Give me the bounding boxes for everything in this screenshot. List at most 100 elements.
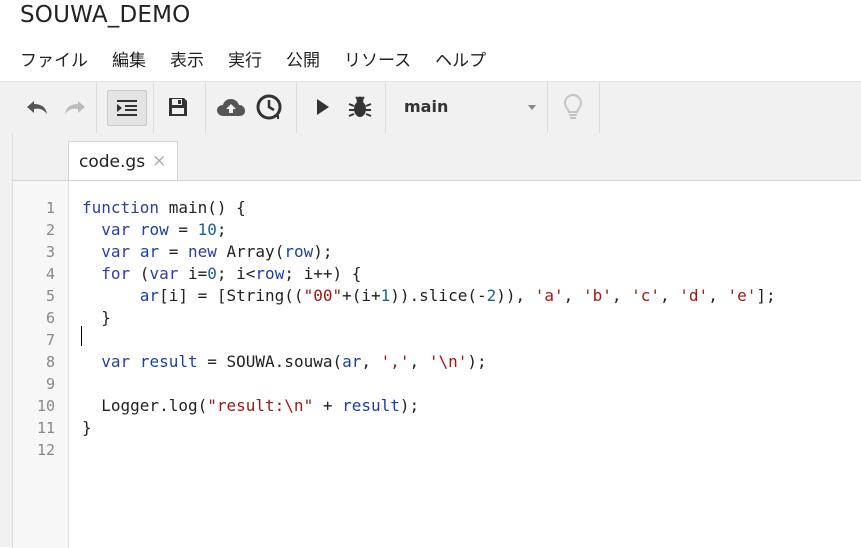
code-token: '\n' (428, 352, 468, 371)
code-line[interactable]: } (82, 307, 111, 329)
code-token: ar (139, 242, 160, 261)
code-token: Logger.log( (82, 396, 208, 415)
function-select[interactable]: main (404, 97, 540, 119)
line-number: 12 (36, 441, 55, 459)
code-token: result (342, 396, 400, 415)
code-token: [i] = [String(( (159, 286, 304, 305)
code-token: , (361, 352, 381, 371)
code-token: i= (178, 264, 208, 283)
line-number-gutter: 1 2 3 4 5 6 7 8 9 10 11 12 (13, 181, 69, 548)
code-line[interactable]: Logger.log("result:\n" + result); (82, 395, 419, 417)
code-token: = (168, 220, 198, 239)
line-number: 4 (45, 265, 55, 283)
redo-icon (62, 97, 88, 117)
code-token: 10 (197, 220, 217, 239)
line-number: 5 (45, 287, 55, 305)
code-token: } (82, 418, 92, 437)
code-token: 0 (207, 264, 217, 283)
chevron-down-icon (528, 105, 536, 110)
run-button[interactable] (305, 90, 339, 124)
deploy-button[interactable] (214, 90, 248, 124)
function-select-value: main (404, 97, 449, 116)
redo-button[interactable] (58, 90, 92, 124)
code-token: var (101, 352, 131, 371)
code-token: 'b' (582, 286, 612, 305)
code-token: main() { (159, 198, 246, 217)
code-token: 1 (380, 286, 391, 305)
code-token: ); (467, 352, 487, 371)
file-tab-label: code.gs (79, 151, 146, 172)
menu-resources[interactable]: リソース (344, 46, 411, 72)
indent-button[interactable] (107, 90, 147, 126)
code-token: row (139, 220, 169, 239)
toolbar: main (0, 81, 861, 134)
code-token: row (255, 264, 285, 283)
line-number: 6 (45, 309, 55, 327)
code-token: "result:\n" (207, 396, 314, 415)
indent-icon (115, 98, 139, 118)
clock-icon (256, 94, 282, 120)
code-token: } (82, 308, 111, 327)
code-token: ar (139, 286, 160, 305)
code-line[interactable]: var row = 10; (82, 219, 226, 241)
menu-edit[interactable]: 編集 (112, 46, 146, 72)
code-line[interactable]: var ar = new Array(row); (82, 241, 333, 263)
code-token: )).slice(- (390, 286, 487, 305)
code-token: , (708, 286, 728, 305)
save-button[interactable] (161, 90, 195, 124)
line-number: 8 (45, 353, 55, 371)
editor-area: code.gs × 1 2 3 4 5 6 7 8 9 10 11 12 function main(… (0, 133, 861, 548)
code-line[interactable]: } (82, 417, 92, 439)
menu-bar: ファイル 編集 表示 実行 公開 リソース ヘルプ (20, 46, 510, 72)
menu-file[interactable]: ファイル (20, 46, 88, 72)
code-token: ; i< (216, 264, 256, 283)
code-token: var (149, 264, 179, 283)
code-token: 2 (486, 286, 497, 305)
code-token: + (313, 396, 343, 415)
code-token: ]; (756, 286, 776, 305)
code-line[interactable]: ar[i] = [String(("00"+(i+1)).slice(-2)),… (82, 285, 776, 307)
code-token: row (284, 242, 314, 261)
line-number: 10 (36, 397, 55, 415)
code-line[interactable]: function main() { (82, 197, 246, 219)
code-line[interactable]: var result = SOUWA.souwa(ar, ',', '\n'); (82, 351, 487, 373)
menu-run[interactable]: 実行 (228, 46, 262, 72)
code-token: 'e' (727, 286, 757, 305)
code-token: = SOUWA.souwa( (197, 352, 343, 371)
project-title: SOUWA_DEMO (20, 2, 191, 28)
code-token: Array( (216, 242, 285, 261)
undo-button[interactable] (20, 90, 54, 124)
undo-icon (24, 97, 50, 117)
code-token: ',' (380, 352, 410, 371)
code-token: ( (130, 264, 150, 283)
code-token: ; i++) { (284, 264, 362, 283)
code-token: ); (399, 396, 420, 415)
file-tab-code-gs[interactable]: code.gs × (68, 141, 178, 181)
line-number: 7 (45, 331, 55, 349)
code-token: +(i+ (342, 286, 381, 305)
file-tab-strip: code.gs × (12, 133, 861, 181)
code-editor[interactable]: 1 2 3 4 5 6 7 8 9 10 11 12 function main() { var ro… (12, 180, 861, 548)
execution-transcript-button[interactable] (556, 90, 590, 124)
close-icon[interactable]: × (152, 153, 166, 170)
save-icon (167, 96, 189, 118)
line-number: 9 (45, 375, 55, 393)
menu-help[interactable]: ヘルプ (435, 46, 486, 72)
code-token: , (409, 352, 429, 371)
debug-button[interactable] (343, 90, 377, 124)
cloud-upload-icon (216, 96, 246, 118)
code-line[interactable]: for (var i=0; i<row; i++) { (82, 263, 361, 285)
code-token: "00" (303, 286, 343, 305)
line-number: 3 (45, 243, 55, 261)
code-token: = (159, 242, 188, 261)
triggers-button[interactable] (252, 90, 286, 124)
code-token: ); (313, 242, 333, 261)
menu-publish[interactable]: 公開 (286, 46, 320, 72)
code-token: , (611, 286, 632, 305)
menu-view[interactable]: 表示 (170, 46, 204, 72)
